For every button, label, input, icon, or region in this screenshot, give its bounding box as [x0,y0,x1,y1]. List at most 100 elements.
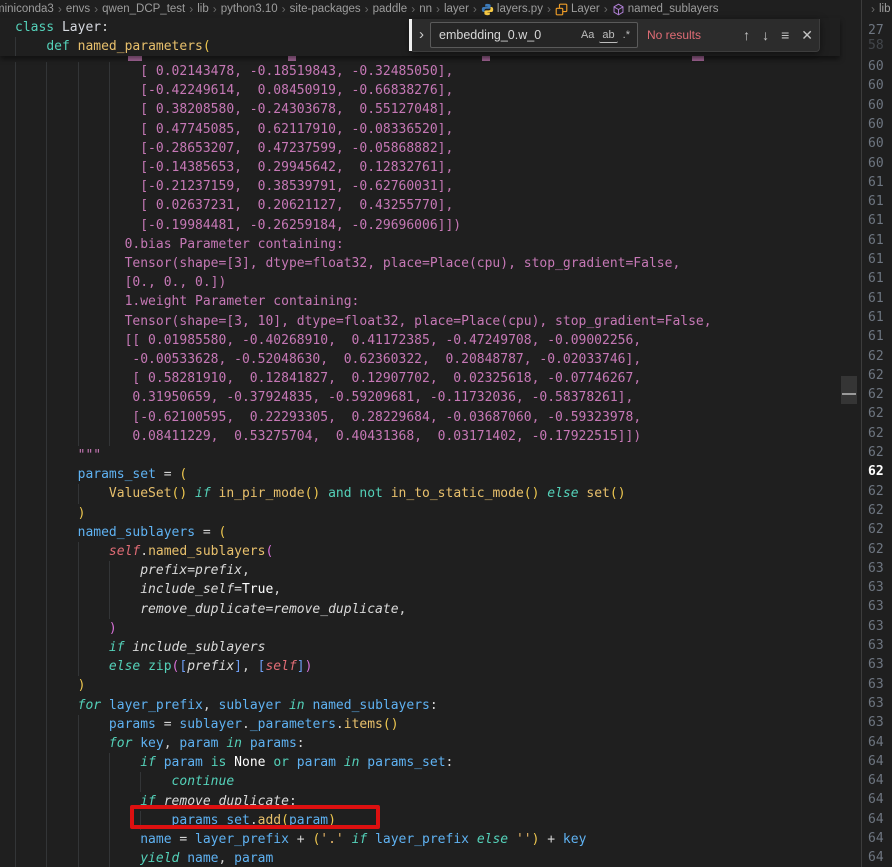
toggle-replace-chevron-icon[interactable]: › [419,26,424,43]
indent-guide [78,619,79,638]
breadcrumb-item[interactable]: layer [444,3,469,15]
indent-guide [46,388,47,407]
line-number: 61 [868,192,892,211]
code-token: 0.08411229, 0.53275704, 0.40431368, 0.03… [132,429,641,444]
code-token: ) [109,621,117,636]
vertical-scrollbar[interactable] [840,18,860,867]
indent-guide [78,216,79,235]
indent-guide [15,484,16,503]
line-number: 61 [868,250,892,269]
breadcrumb-item[interactable]: lib [197,3,209,15]
code-token: Tensor(shape=[3, 10], dtype=float32, pla… [125,314,712,329]
code-token: for [109,736,132,751]
indent-guide [46,100,47,119]
code-token: key [140,736,163,751]
breadcrumb-label: nn [419,3,432,15]
code-token: named_sublayers [78,525,195,540]
code-line: [ 0.02143478, -0.18519843, -0.32485050], [0,62,840,81]
find-status: No results [647,28,737,42]
breadcrumb-item[interactable]: nn [419,3,432,15]
code-token [226,755,234,770]
breadcrumb-item[interactable]: miniconda3 [0,3,54,15]
indent-guide [78,100,79,119]
code-token: else [109,659,140,674]
breadcrumb-item[interactable]: paddle [373,3,408,15]
code-token: ( [203,39,211,54]
breadcrumb: miniconda3›envs›qwen_DCP_test›lib›python… [0,0,855,18]
indent-guide [109,312,110,331]
code-token: = [156,467,179,482]
indent-guide [78,62,79,81]
find-previous-button[interactable]: ↑ [743,27,750,43]
indent-guide [15,696,16,715]
indent-guide [109,254,110,273]
secondary-editor-pane[interactable]: › lib 2758606060606060616161616161616161… [861,0,892,867]
indent-guide [78,484,79,503]
find-next-button[interactable]: ↓ [762,27,769,43]
search-input[interactable] [437,27,576,43]
code-token: and [328,486,351,501]
code-line: [-0.14385653, 0.29945642, 0.12832761], [0,158,840,177]
indent-guide [15,734,16,753]
code-line: ) [0,676,840,695]
indent-guide [109,792,110,811]
code-token: param [297,755,336,770]
breadcrumb-item[interactable]: qwen_DCP_test [102,3,185,15]
breadcrumb-item[interactable]: named_sublayers [612,3,719,16]
indent-guide [15,523,16,542]
breadcrumb-item[interactable]: site-packages [290,3,361,15]
code-token: = [195,525,218,540]
code-line: for layer_prefix, sublayer in named_subl… [0,696,840,715]
indent-guide [109,600,110,619]
breadcrumb-item[interactable]: Layer [555,3,600,16]
line-number: 61 [868,231,892,250]
breadcrumb-label: named_sublayers [628,3,719,15]
code-line: [[ 0.01985580, -0.40268910, 0.41172385, … [0,331,840,350]
breadcrumb-item[interactable]: lib [879,3,891,15]
chevron-right-icon: › [604,2,608,16]
indent-guide [78,734,79,753]
find-widget-sash[interactable] [409,19,412,51]
breadcrumb-item[interactable]: python3.10 [221,3,278,15]
indent-guide [46,753,47,772]
line-number: 62 [868,540,892,559]
indent-guide [78,235,79,254]
indent-guide [109,331,110,350]
scrollbar-slider[interactable] [841,376,857,404]
indent-guide [15,580,16,599]
match-case-toggle[interactable]: Aa [578,28,597,42]
code-editor[interactable]: [ 0.02143478, -0.18519843, -0.32485050],… [0,0,840,867]
code-token: : [430,698,438,713]
chevron-right-icon: › [365,2,369,16]
whole-word-toggle[interactable]: ab [599,28,617,43]
indent-guide [15,62,16,81]
code-token: in_to_static_mode [391,486,524,501]
breadcrumb-item[interactable]: envs [66,3,90,15]
breadcrumb-label: Layer [571,3,600,15]
line-number: 61 [868,289,892,308]
breadcrumb-label: python3.10 [221,3,278,15]
indent-guide [46,350,47,369]
code-token: class [15,20,54,35]
regex-toggle[interactable]: .* [620,28,633,42]
close-find-button[interactable]: ✕ [801,27,813,44]
indent-guide [15,158,16,177]
code-token: ( [179,467,187,482]
find-in-selection-toggle[interactable]: ≡ [781,27,789,43]
code-token: if [195,486,211,501]
indent-guide [140,772,141,791]
code-token: continue [172,774,235,789]
code-token: [ 0.47745085, 0.62117910, -0.08336520], [140,122,453,137]
line-number: 64 [868,752,892,771]
code-token: [ 0.38208580, -0.24303678, 0.55127048], [140,102,453,117]
code-token [383,486,391,501]
code-token [320,486,328,501]
code-token: if [352,832,368,847]
code-token: param [234,851,273,866]
code-line: params = sublayer._parameters.items() [0,715,840,734]
code-token: = [234,582,242,597]
indent-guide [78,849,79,867]
breadcrumb-item[interactable]: layers.py [481,3,543,16]
code-token: in [226,736,242,751]
line-number: 61 [868,308,892,327]
